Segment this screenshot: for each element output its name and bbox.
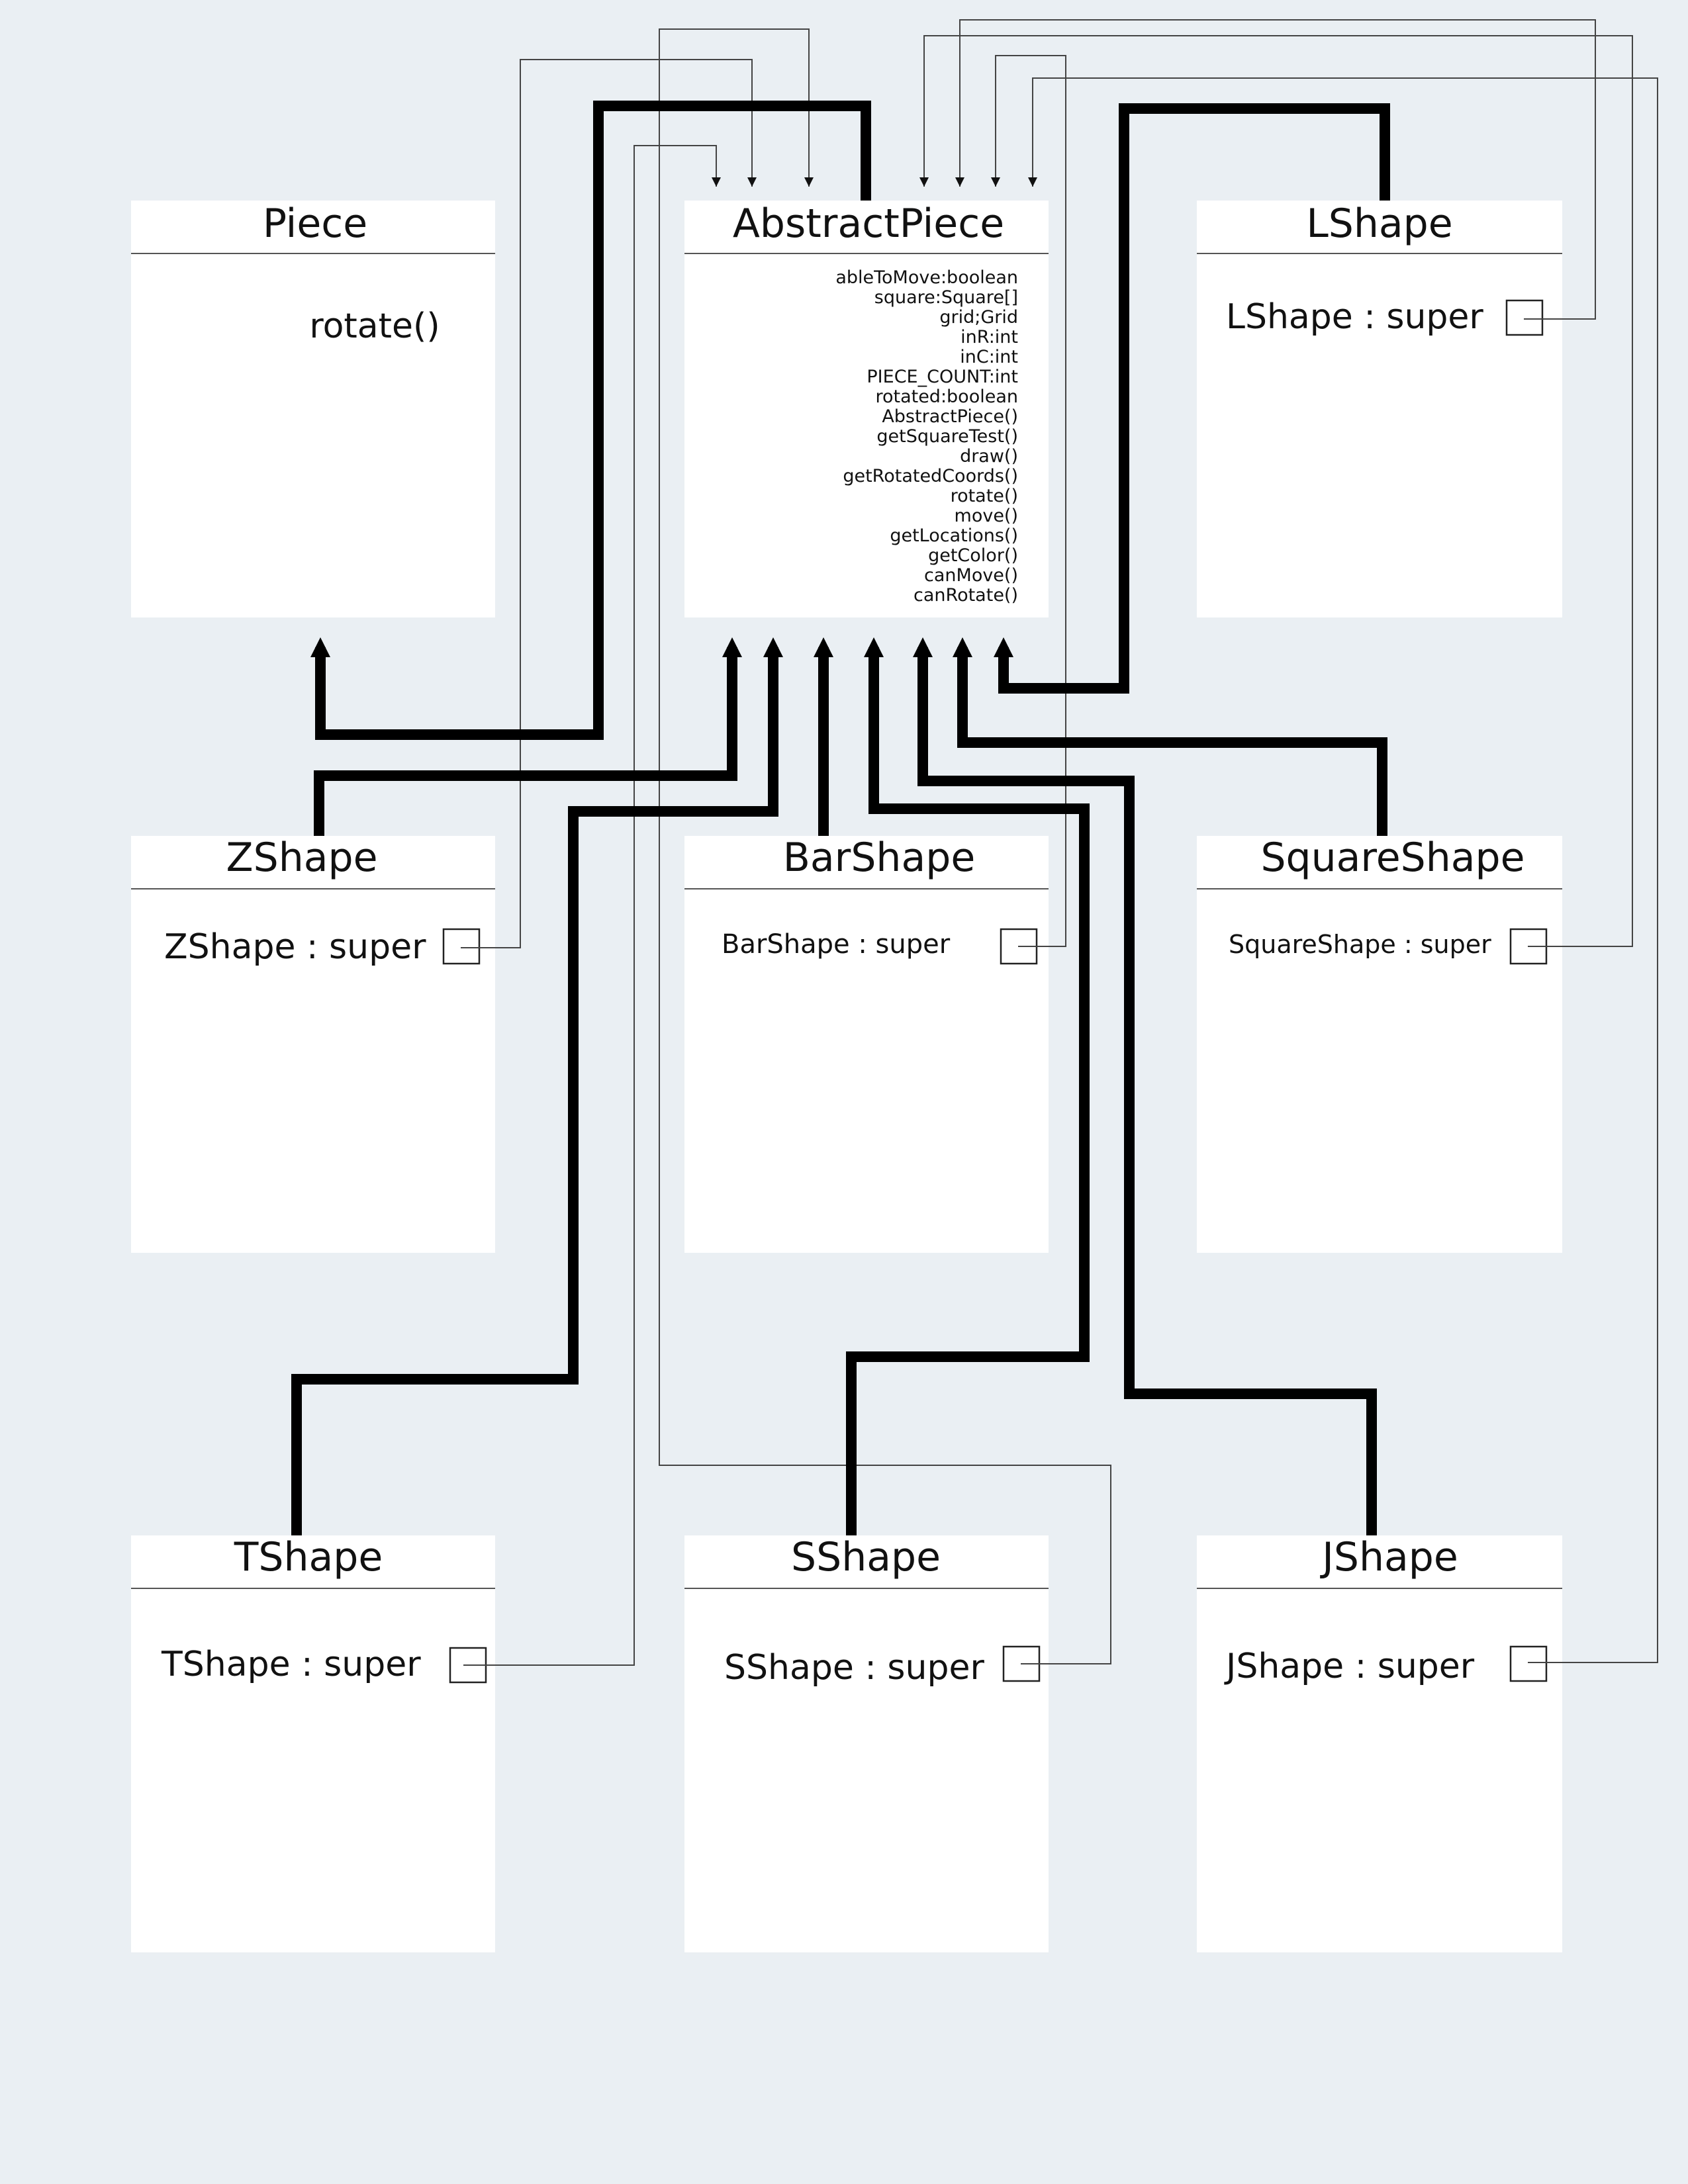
member-item: getColor() xyxy=(928,545,1018,566)
class-lshape[interactable]: LShape LShape : super xyxy=(1197,201,1562,617)
class-title: BarShape xyxy=(783,835,975,881)
class-title: LShape xyxy=(1306,201,1452,247)
member-item: move() xyxy=(955,506,1018,526)
constructor-item: JShape : super xyxy=(1224,1647,1475,1686)
member-item: square:Square[] xyxy=(874,287,1018,308)
port-box xyxy=(442,928,481,965)
class-tshape[interactable]: TShape TShape : super xyxy=(131,1534,495,1952)
member-item: draw() xyxy=(960,446,1018,467)
port-box xyxy=(1505,299,1544,336)
member-item: getRotatedCoords() xyxy=(843,466,1018,486)
member-item: inR:int xyxy=(961,327,1018,347)
constructor-item: ZShape : super xyxy=(164,927,426,967)
member-item: PIECE_COUNT:int xyxy=(867,367,1018,387)
class-abstract-piece[interactable]: AbstractPiece ableToMove:boolean square:… xyxy=(684,201,1049,617)
super-call-connector xyxy=(463,145,721,1666)
member-item: ableToMove:boolean xyxy=(835,267,1018,288)
class-title: SquareShape xyxy=(1260,835,1524,881)
member-item: AbstractPiece() xyxy=(882,406,1018,427)
class-barshape[interactable]: BarShape BarShape : super xyxy=(684,835,1049,1253)
class-title: AbstractPiece xyxy=(733,201,1004,247)
member-item: getLocations() xyxy=(890,525,1018,546)
class-title: SShape xyxy=(791,1534,941,1580)
member-item: grid;Grid xyxy=(939,307,1018,328)
class-title: Piece xyxy=(263,201,367,247)
member-item: inC:int xyxy=(960,347,1018,367)
constructor-item: TShape : super xyxy=(161,1645,421,1684)
class-title: JShape xyxy=(1319,1534,1458,1580)
class-squareshape[interactable]: SquareShape SquareShape : super xyxy=(1197,835,1562,1253)
port-box xyxy=(1509,1645,1548,1682)
constructor-item: SquareShape : super xyxy=(1229,930,1491,959)
class-jshape[interactable]: JShape JShape : super xyxy=(1197,1534,1562,1952)
member-item: canRotate() xyxy=(914,585,1018,606)
class-title: ZShape xyxy=(226,835,378,881)
class-sshape[interactable]: SShape SShape : super xyxy=(684,1534,1049,1952)
class-diagram: Piece rotate() AbstractPiece ableToMove:… xyxy=(131,19,1658,1952)
class-title: TShape xyxy=(234,1534,383,1580)
method-rotate: rotate() xyxy=(309,306,440,346)
member-item: getSquareTest() xyxy=(876,426,1018,447)
constructor-item: LShape : super xyxy=(1226,297,1483,337)
class-zshape[interactable]: ZShape ZShape : super xyxy=(131,835,495,1253)
class-piece[interactable]: Piece rotate() xyxy=(131,201,495,617)
constructor-item: SShape : super xyxy=(724,1648,984,1688)
constructor-item: BarShape : super xyxy=(722,929,951,960)
member-item: canMove() xyxy=(924,565,1018,586)
member-item: rotate() xyxy=(951,486,1018,506)
member-item: rotated:boolean xyxy=(875,387,1018,407)
